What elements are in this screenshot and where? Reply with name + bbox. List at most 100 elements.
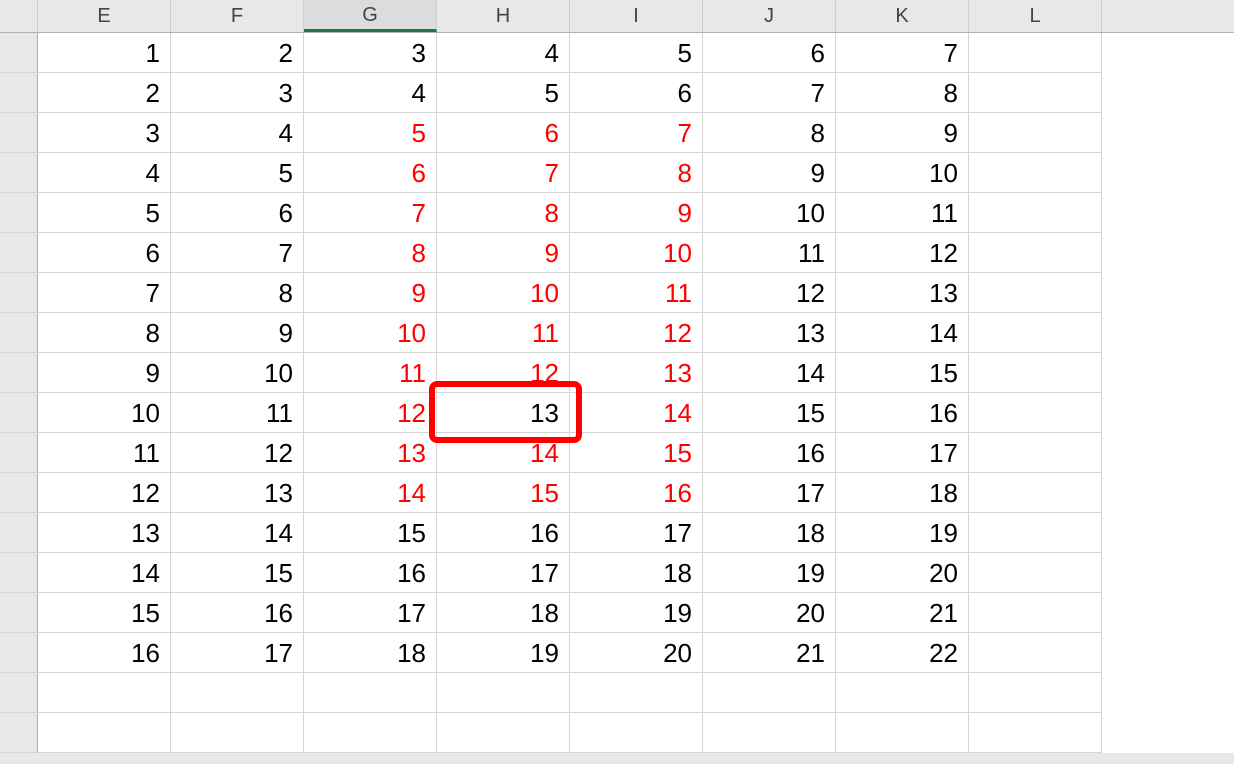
cell[interactable]: 8 [304, 233, 437, 273]
row-header[interactable] [0, 433, 38, 473]
row-header[interactable] [0, 393, 38, 433]
cell[interactable]: 12 [437, 353, 570, 393]
row-header[interactable] [0, 153, 38, 193]
cell[interactable]: 9 [38, 353, 171, 393]
cell[interactable]: 4 [304, 73, 437, 113]
cell[interactable]: 14 [836, 313, 969, 353]
cell[interactable]: 4 [171, 113, 304, 153]
cell[interactable]: 17 [570, 513, 703, 553]
cell[interactable]: 11 [437, 313, 570, 353]
cell[interactable]: 20 [703, 593, 836, 633]
cell[interactable] [836, 713, 969, 753]
cell[interactable]: 8 [836, 73, 969, 113]
cell[interactable]: 6 [304, 153, 437, 193]
cell[interactable]: 18 [836, 473, 969, 513]
cell[interactable]: 8 [570, 153, 703, 193]
cell[interactable] [836, 673, 969, 713]
row-header[interactable] [0, 273, 38, 313]
cell[interactable] [969, 633, 1102, 673]
cell[interactable]: 7 [836, 33, 969, 73]
corner-header[interactable] [0, 0, 38, 32]
cell[interactable] [171, 713, 304, 753]
cell[interactable] [969, 673, 1102, 713]
cell[interactable]: 17 [703, 473, 836, 513]
row-header[interactable] [0, 553, 38, 593]
cell[interactable]: 18 [570, 553, 703, 593]
cell[interactable]: 14 [703, 353, 836, 393]
cell[interactable]: 14 [38, 553, 171, 593]
cell[interactable]: 6 [38, 233, 171, 273]
row-header[interactable] [0, 233, 38, 273]
cell[interactable]: 5 [304, 113, 437, 153]
cell[interactable]: 9 [171, 313, 304, 353]
cell[interactable]: 9 [836, 113, 969, 153]
row-header[interactable] [0, 73, 38, 113]
row-header[interactable] [0, 633, 38, 673]
cell[interactable]: 16 [304, 553, 437, 593]
cell[interactable]: 13 [304, 433, 437, 473]
cell[interactable]: 1 [38, 33, 171, 73]
cell[interactable]: 12 [570, 313, 703, 353]
column-header-K[interactable]: K [836, 0, 969, 32]
cell[interactable]: 6 [703, 33, 836, 73]
cell[interactable]: 12 [171, 433, 304, 473]
cell[interactable]: 5 [38, 193, 171, 233]
cell[interactable]: 7 [171, 233, 304, 273]
cell[interactable]: 16 [38, 633, 171, 673]
cell[interactable] [171, 673, 304, 713]
column-header-F[interactable]: F [171, 0, 304, 32]
cell[interactable] [969, 353, 1102, 393]
cell[interactable]: 10 [570, 233, 703, 273]
cell[interactable] [969, 593, 1102, 633]
cell[interactable]: 5 [570, 33, 703, 73]
cell[interactable]: 11 [703, 233, 836, 273]
cell[interactable]: 11 [171, 393, 304, 433]
cell[interactable]: 16 [437, 513, 570, 553]
row-header[interactable] [0, 193, 38, 233]
cell[interactable] [969, 553, 1102, 593]
cell[interactable]: 2 [171, 33, 304, 73]
cell[interactable]: 10 [171, 353, 304, 393]
cell[interactable] [570, 673, 703, 713]
cell[interactable]: 12 [836, 233, 969, 273]
cell[interactable]: 18 [703, 513, 836, 553]
cell[interactable]: 5 [437, 73, 570, 113]
cell[interactable]: 2 [38, 73, 171, 113]
cell[interactable]: 7 [570, 113, 703, 153]
cell[interactable]: 19 [836, 513, 969, 553]
cell[interactable] [437, 673, 570, 713]
cell[interactable] [38, 713, 171, 753]
cell[interactable]: 18 [304, 633, 437, 673]
cell[interactable]: 17 [171, 633, 304, 673]
row-header[interactable] [0, 33, 38, 73]
cell[interactable]: 10 [437, 273, 570, 313]
cell[interactable]: 11 [304, 353, 437, 393]
cell[interactable] [703, 673, 836, 713]
cell[interactable]: 5 [171, 153, 304, 193]
cell[interactable]: 21 [703, 633, 836, 673]
column-header-L[interactable]: L [969, 0, 1102, 32]
cell[interactable]: 18 [437, 593, 570, 633]
cell[interactable]: 14 [171, 513, 304, 553]
cell[interactable]: 7 [304, 193, 437, 233]
cell[interactable]: 15 [836, 353, 969, 393]
cell[interactable]: 15 [304, 513, 437, 553]
row-header[interactable] [0, 113, 38, 153]
cell[interactable]: 8 [38, 313, 171, 353]
row-header[interactable] [0, 673, 38, 713]
cell[interactable] [969, 433, 1102, 473]
cell[interactable]: 10 [38, 393, 171, 433]
cell[interactable] [969, 273, 1102, 313]
cell[interactable]: 13 [836, 273, 969, 313]
cell[interactable]: 17 [836, 433, 969, 473]
cell[interactable]: 12 [38, 473, 171, 513]
cell[interactable] [703, 713, 836, 753]
cell[interactable]: 10 [836, 153, 969, 193]
cell[interactable]: 14 [570, 393, 703, 433]
cell[interactable]: 12 [703, 273, 836, 313]
cell[interactable]: 4 [38, 153, 171, 193]
cell[interactable]: 3 [304, 33, 437, 73]
row-header[interactable] [0, 353, 38, 393]
cell[interactable]: 6 [570, 73, 703, 113]
cell[interactable]: 9 [304, 273, 437, 313]
